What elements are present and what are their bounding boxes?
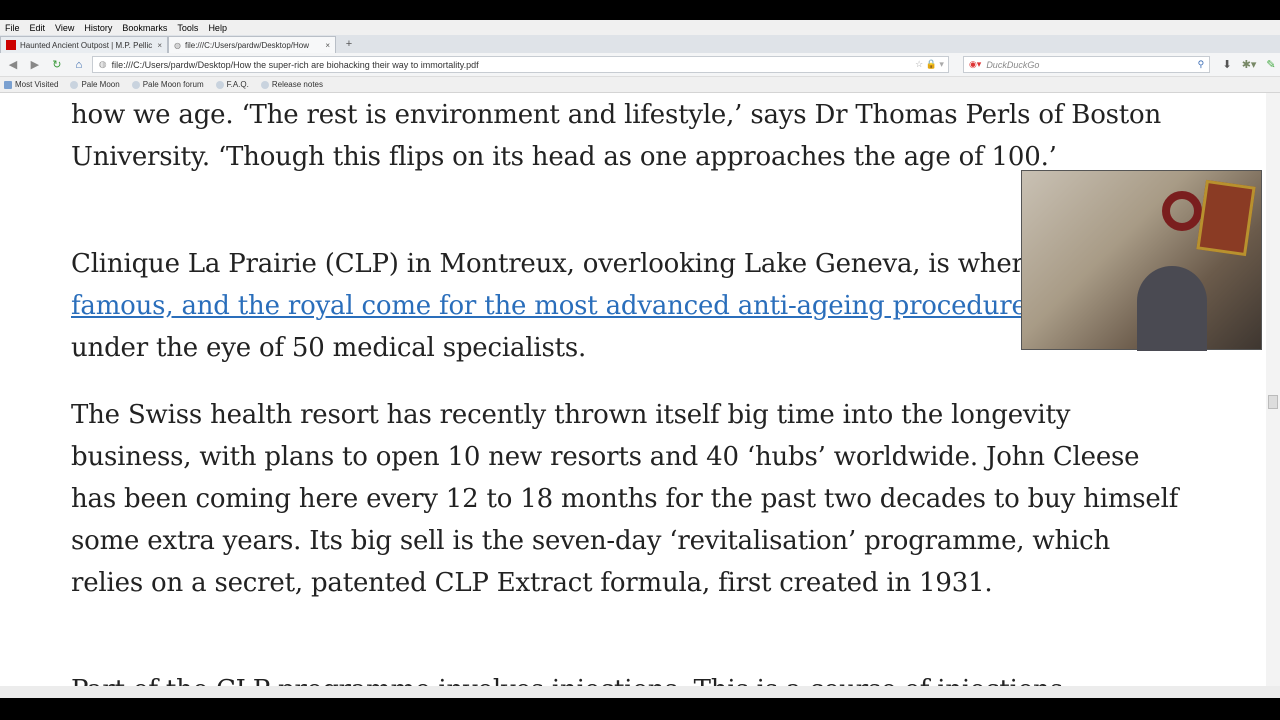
paragraph-cut-off: Part of the CLP programme involves injec… <box>71 669 1181 686</box>
tab-pdf[interactable]: ◍ file:///C:/Users/pardw/Desktop/How × <box>168 36 336 53</box>
menu-file[interactable]: File <box>5 23 20 33</box>
bookmark-label: Most Visited <box>15 80 59 89</box>
menu-bar: File Edit View History Bookmarks Tools H… <box>0 20 1280 35</box>
url-text: file:///C:/Users/pardw/Desktop/How the s… <box>111 59 479 70</box>
menu-history[interactable]: History <box>84 23 112 33</box>
globe-icon: ◍ <box>98 59 107 69</box>
bookmark-star-icon[interactable]: ☆ 🔒 ▾ <box>915 59 948 70</box>
bookmark-release-notes[interactable]: Release notes <box>260 80 323 89</box>
favicon-icon <box>6 40 16 50</box>
bookmark-faq[interactable]: F.A.Q. <box>215 80 249 89</box>
tab-label: Haunted Ancient Outpost | M.P. Pellic <box>20 40 153 50</box>
page-icon <box>131 80 140 89</box>
bookmark-pale-moon-forum[interactable]: Pale Moon forum <box>131 80 204 89</box>
nav-bar: ◀ ▶ ↻ ⌂ ◍ file:///C:/Users/pardw/Desktop/… <box>0 53 1280 77</box>
menu-bookmarks[interactable]: Bookmarks <box>122 23 167 33</box>
bookmark-label: F.A.Q. <box>226 80 249 89</box>
folder-icon <box>4 80 12 89</box>
paragraph-perls: how we age. ‘The rest is environment and… <box>71 100 1162 172</box>
search-icon[interactable]: ⚲ <box>1198 59 1205 70</box>
status-bar <box>0 686 1280 698</box>
paragraph-swiss-resort: The Swiss health resort has recently thr… <box>71 400 1179 598</box>
page-icon <box>70 80 79 89</box>
bookmark-label: Pale Moon forum <box>142 80 204 89</box>
menu-tools[interactable]: Tools <box>177 23 198 33</box>
bookmark-pale-moon[interactable]: Pale Moon <box>70 80 120 89</box>
close-tab-icon[interactable]: × <box>157 41 162 50</box>
extension-icon[interactable]: ✎ <box>1262 58 1280 71</box>
back-icon[interactable]: ◀ <box>4 58 22 71</box>
url-bar[interactable]: ◍ file:///C:/Users/pardw/Desktop/How the … <box>91 56 949 73</box>
close-tab-icon[interactable]: × <box>325 41 330 50</box>
text: Clinique La Prairie (CLP) in Montreux, o… <box>71 249 1098 279</box>
tab-bar: Haunted Ancient Outpost | M.P. Pellic × ◍… <box>0 35 1280 53</box>
menu-edit[interactable]: Edit <box>30 23 46 33</box>
addon-icon[interactable]: ✱▾ <box>1240 58 1258 71</box>
menu-view[interactable]: View <box>55 23 74 33</box>
page-icon <box>215 80 224 89</box>
forward-icon[interactable]: ▶ <box>26 58 44 71</box>
bookmark-label: Release notes <box>271 80 323 89</box>
bookmark-most-visited[interactable]: Most Visited <box>4 80 58 89</box>
menu-help[interactable]: Help <box>208 23 227 33</box>
duckduckgo-icon: ◉▾ <box>968 59 982 69</box>
search-bar[interactable]: ◉▾ DuckDuckGo ⚲ <box>962 56 1211 73</box>
search-placeholder: DuckDuckGo <box>986 59 1040 70</box>
tab-haunted-outpost[interactable]: Haunted Ancient Outpost | M.P. Pellic × <box>0 36 168 53</box>
webcam-overlay <box>1021 170 1262 351</box>
vertical-scrollbar[interactable] <box>1266 93 1280 686</box>
scrollbar-thumb[interactable] <box>1268 395 1278 409</box>
home-icon[interactable]: ⌂ <box>70 59 88 71</box>
bookmarks-bar: Most Visited Pale Moon Pale Moon forum F… <box>0 77 1280 93</box>
tab-label: file:///C:/Users/pardw/Desktop/How <box>184 40 310 50</box>
bookmark-label: Pale Moon <box>81 80 120 89</box>
new-tab-button[interactable]: + <box>340 38 358 53</box>
globe-icon: ◍ <box>174 40 181 50</box>
page-icon <box>260 80 269 89</box>
reload-icon[interactable]: ↻ <box>48 58 66 71</box>
download-icon[interactable]: ⬇ <box>1218 58 1236 71</box>
screen-top <box>0 0 1280 20</box>
